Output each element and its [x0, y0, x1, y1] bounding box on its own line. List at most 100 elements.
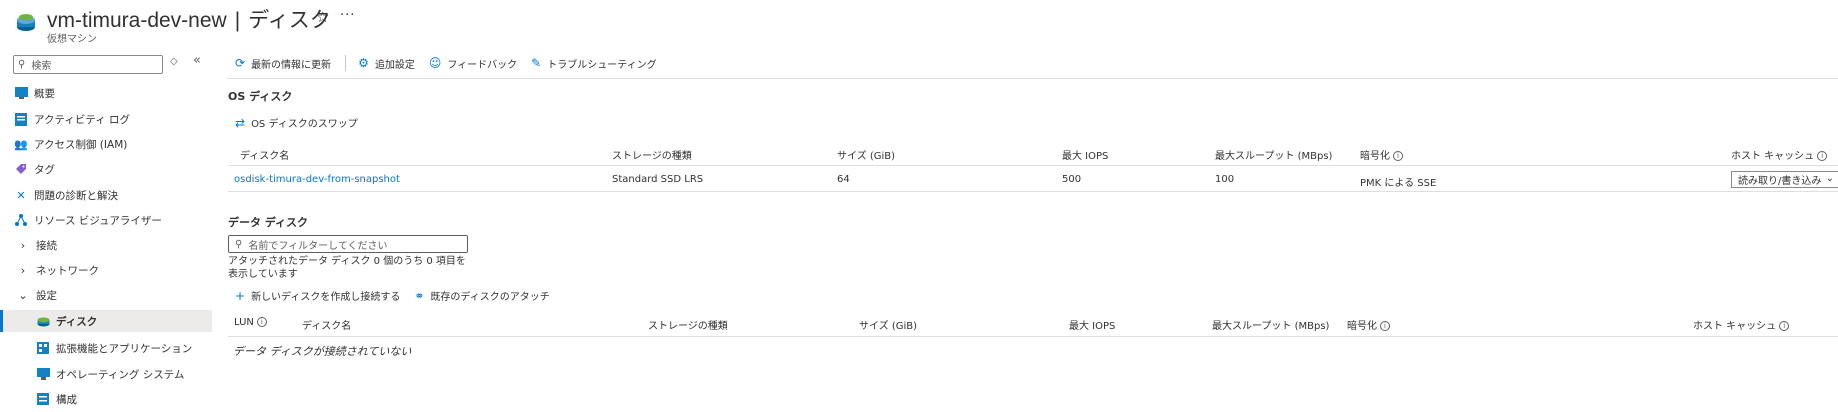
os-col-throughput: 最大スループット (MBps)	[1215, 151, 1333, 162]
os-disk-storage: Standard SSD LRS	[612, 174, 704, 185]
data-col-iops: 最大 IOPS	[1069, 321, 1116, 332]
more-icon[interactable]: ···	[340, 8, 355, 23]
toolbar-divider-line	[227, 78, 1838, 79]
toolbar-divider	[345, 55, 347, 71]
info-icon[interactable]: i	[1380, 321, 1390, 331]
troubleshoot-label: トラブルシューティング	[547, 59, 657, 71]
search-icon: ⚲	[18, 59, 26, 70]
sidebar-item-label: 概要	[34, 87, 55, 100]
troubleshoot-button[interactable]: ✎ トラブルシューティング	[531, 56, 656, 71]
plus-icon: +	[235, 288, 246, 303]
page-subtitle: 仮想マシン	[47, 34, 97, 45]
sidebar-item-label: 接続	[36, 239, 57, 252]
wrench-icon: ✕	[16, 188, 26, 202]
additional-settings-button[interactable]: ⚙ 追加設定	[358, 56, 415, 71]
sidebar-item-resource-visualizer[interactable]: リソース ビジュアライザー	[0, 209, 212, 231]
command-bar: ⟳ 最新の情報に更新 ⚙ 追加設定 ☺ フィードバック ✎ トラブルシューティング	[235, 55, 671, 71]
os-col-cache: ホスト キャッシュ i	[1731, 147, 1828, 162]
sidebar-item-label: 構成	[56, 393, 77, 406]
tag-icon	[14, 162, 28, 176]
activity-log-icon	[14, 112, 28, 126]
empty-data-disk-message: データ ディスクが接続されていない	[233, 345, 412, 358]
sidebar-item-settings[interactable]: ⌄ 設定	[0, 284, 212, 306]
sidebar-item-label: 問題の診断と解決	[34, 189, 118, 202]
wrench-icon: ✎	[531, 56, 542, 70]
overview-icon	[14, 86, 28, 100]
sidebar-item-label: ネットワーク	[36, 264, 99, 277]
star-icon[interactable]: ☆	[316, 8, 329, 26]
attach-existing-label: 既存のディスクのアタッチ	[430, 292, 550, 303]
data-col-encryption: 暗号化 i	[1347, 317, 1390, 332]
info-icon[interactable]: i	[1779, 321, 1790, 331]
data-col-lun-label: LUN	[234, 317, 254, 328]
feedback-label: フィードバック	[447, 59, 518, 71]
collapse-sidebar-icon[interactable]: «	[193, 53, 201, 68]
sidebar-item-label: リソース ビジュアライザー	[34, 214, 162, 227]
filter-placeholder: 名前でフィルターしてください	[248, 240, 388, 252]
title-separator: |	[234, 9, 241, 32]
swap-icon: ⇄	[235, 115, 246, 130]
info-icon[interactable]: i	[1817, 151, 1828, 161]
sidebar-item-network[interactable]: › ネットワーク	[0, 259, 212, 281]
os-col-iops: 最大 IOPS	[1062, 151, 1109, 162]
os-disk-iops: 500	[1062, 174, 1082, 185]
os-icon	[36, 367, 50, 381]
search-icon: ⚲	[235, 238, 243, 250]
data-col-name: ディスク名	[302, 321, 352, 332]
os-disk-title: OS ディスク	[228, 90, 293, 103]
settings-label: 追加設定	[374, 59, 415, 71]
gear-icon: ⚙	[358, 56, 369, 70]
swap-os-disk-button[interactable]: ⇄ OS ディスクのスワップ	[235, 115, 358, 131]
sidebar-item-os[interactable]: オペレーティング システム	[0, 363, 212, 385]
host-cache-value: 読み取り/書き込み	[1738, 176, 1822, 187]
data-col-size: サイズ (GiB)	[859, 321, 918, 332]
chevron-right-icon: ›	[20, 263, 26, 277]
data-disk-filter-input[interactable]: ⚲ 名前でフィルターしてください	[228, 235, 468, 253]
data-col-throughput: 最大スループット (MBps)	[1212, 321, 1330, 332]
refresh-button[interactable]: ⟳ 最新の情報に更新	[235, 56, 331, 71]
feedback-button[interactable]: ☺ フィードバック	[429, 56, 517, 71]
info-icon[interactable]: i	[1393, 151, 1403, 161]
data-disk-title: データ ディスク	[228, 216, 309, 229]
expand-collapse-icon[interactable]: ◇	[170, 56, 178, 67]
data-col-lun: LUN i	[234, 317, 267, 328]
refresh-label: 最新の情報に更新	[251, 59, 332, 71]
vm-name: vm-timura-dev-new	[47, 9, 227, 32]
data-disk-count-text: アタッチされたデータ ディスク 0 個のうち 0 項目を表示しています	[228, 256, 466, 280]
active-indicator	[0, 310, 3, 332]
os-col-encryption-label: 暗号化	[1360, 151, 1390, 162]
sidebar-item-label: タグ	[34, 163, 55, 176]
sidebar-item-label: 設定	[36, 289, 57, 302]
sidebar-item-configuration[interactable]: 構成	[0, 388, 212, 410]
extensions-icon	[36, 341, 50, 355]
host-cache-select[interactable]: 読み取り/書き込み ⌄	[1731, 171, 1838, 188]
sidebar-item-disks[interactable]: ディスク	[0, 310, 212, 332]
sidebar-item-activity-log[interactable]: アクティビティ ログ	[0, 108, 212, 130]
create-attach-disk-button[interactable]: + 新しいディスクを作成し接続する	[235, 288, 401, 304]
sidebar-item-tags[interactable]: タグ	[0, 158, 212, 180]
sidebar-item-label: ディスク	[56, 315, 98, 328]
chevron-right-icon: ›	[20, 238, 26, 252]
info-icon[interactable]: i	[256, 317, 267, 327]
os-disk-link[interactable]: osdisk-timura-dev-from-snapshot	[234, 174, 400, 185]
sidebar-item-diagnose[interactable]: ✕ 問題の診断と解決	[0, 184, 212, 206]
sidebar-search-input[interactable]: ⚲ 検索	[13, 55, 163, 74]
sidebar-item-extensions[interactable]: 拡張機能とアプリケーション	[0, 337, 212, 359]
sidebar-item-label: アクセス制御 (IAM)	[34, 138, 128, 151]
os-col-cache-label: ホスト キャッシュ	[1731, 151, 1815, 162]
data-col-storage: ストレージの種類	[648, 321, 728, 332]
sidebar-item-iam[interactable]: 👥 アクセス制御 (IAM)	[0, 133, 212, 155]
attach-existing-disk-button[interactable]: ⚭ 既存のディスクのアタッチ	[414, 288, 550, 304]
sidebar-search-placeholder: 検索	[31, 61, 52, 72]
attach-icon: ⚭	[414, 288, 425, 303]
swap-os-disk-label: OS ディスクのスワップ	[251, 119, 358, 130]
sidebar-item-connect[interactable]: › 接続	[0, 234, 212, 256]
chevron-down-icon: ⌄	[1825, 173, 1834, 184]
configuration-icon	[36, 392, 50, 406]
create-attach-label: 新しいディスクを作成し接続する	[251, 292, 401, 303]
os-col-storage: ストレージの種類	[612, 151, 692, 162]
sidebar-item-overview[interactable]: 概要	[0, 82, 212, 104]
disk-icon	[36, 314, 50, 328]
sidebar-item-label: 拡張機能とアプリケーション	[56, 342, 193, 355]
data-disk-actions: + 新しいディスクを作成し接続する ⚭ 既存のディスクのアタッチ	[235, 288, 564, 304]
